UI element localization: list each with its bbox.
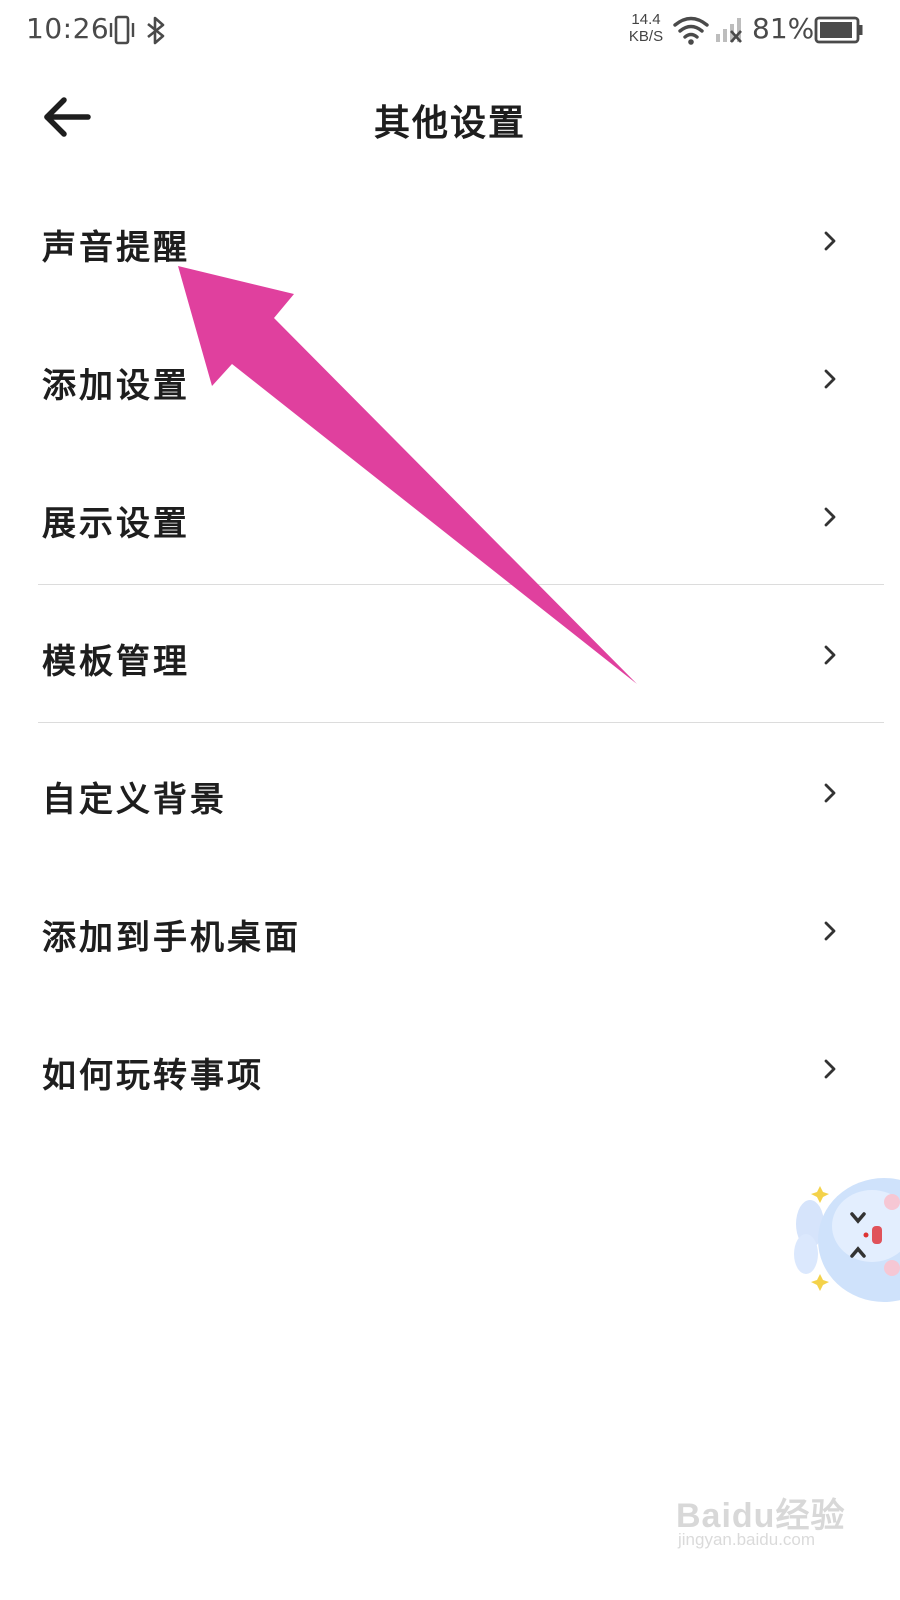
status-time: 10:26: [26, 12, 110, 45]
battery-percent: 81%: [752, 12, 815, 45]
battery-icon: [814, 16, 863, 44]
chevron-right-icon: [824, 369, 836, 389]
settings-item-label: 添加设置: [42, 366, 190, 406]
sparkle-icon: [811, 1274, 829, 1291]
sparkle-icon: [811, 1186, 829, 1203]
chevron-right-icon: [824, 645, 836, 665]
settings-item-template-management[interactable]: 模板管理: [0, 586, 900, 724]
vibrate-icon: [109, 15, 135, 45]
chevron-right-icon: [824, 1059, 836, 1079]
cell-signal-icon: [716, 18, 742, 43]
status-bar: 10:26 14.4 KB/S 81%: [0, 0, 900, 64]
watermark: Baidu经验 jingyan.baidu.com: [668, 1480, 858, 1560]
page-title: 其他设置: [373, 102, 526, 144]
settings-item-display-settings[interactable]: 展示设置: [0, 448, 900, 586]
settings-item-label: 展示设置: [42, 504, 190, 544]
settings-list: 声音提醒 添加设置 展示设置 模板管理 自定义背景 添加到手机桌面 如何玩转事项: [0, 172, 900, 1138]
settings-item-custom-background[interactable]: 自定义背景: [0, 724, 900, 862]
list-divider: [38, 722, 884, 723]
chevron-right-icon: [824, 231, 836, 251]
network-speed: 14.4 KB/S: [626, 11, 666, 45]
settings-item-label: 模板管理: [42, 642, 190, 682]
bluetooth-icon: [147, 16, 165, 45]
chevron-right-icon: [824, 783, 836, 803]
chevron-right-icon: [824, 921, 836, 941]
chevron-right-icon: [824, 507, 836, 527]
settings-item-sound-reminder[interactable]: 声音提醒: [0, 172, 900, 310]
settings-item-add-to-home-screen[interactable]: 添加到手机桌面: [0, 862, 900, 1000]
settings-item-label: 如何玩转事项: [42, 1056, 264, 1096]
network-speed-value: 14.4: [631, 11, 661, 28]
settings-item-label: 声音提醒: [42, 228, 190, 268]
floating-mascot[interactable]: [788, 1168, 900, 1308]
network-speed-unit: KB/S: [628, 28, 664, 45]
watermark-url: jingyan.baidu.com: [678, 1530, 816, 1549]
settings-item-label: 自定义背景: [42, 780, 227, 820]
settings-item-add-settings[interactable]: 添加设置: [0, 310, 900, 448]
settings-item-how-to-use[interactable]: 如何玩转事项: [0, 1000, 900, 1138]
header: 其他设置: [0, 64, 900, 174]
wifi-icon: [673, 16, 709, 45]
settings-item-label: 添加到手机桌面: [42, 918, 301, 958]
list-divider: [38, 584, 884, 585]
